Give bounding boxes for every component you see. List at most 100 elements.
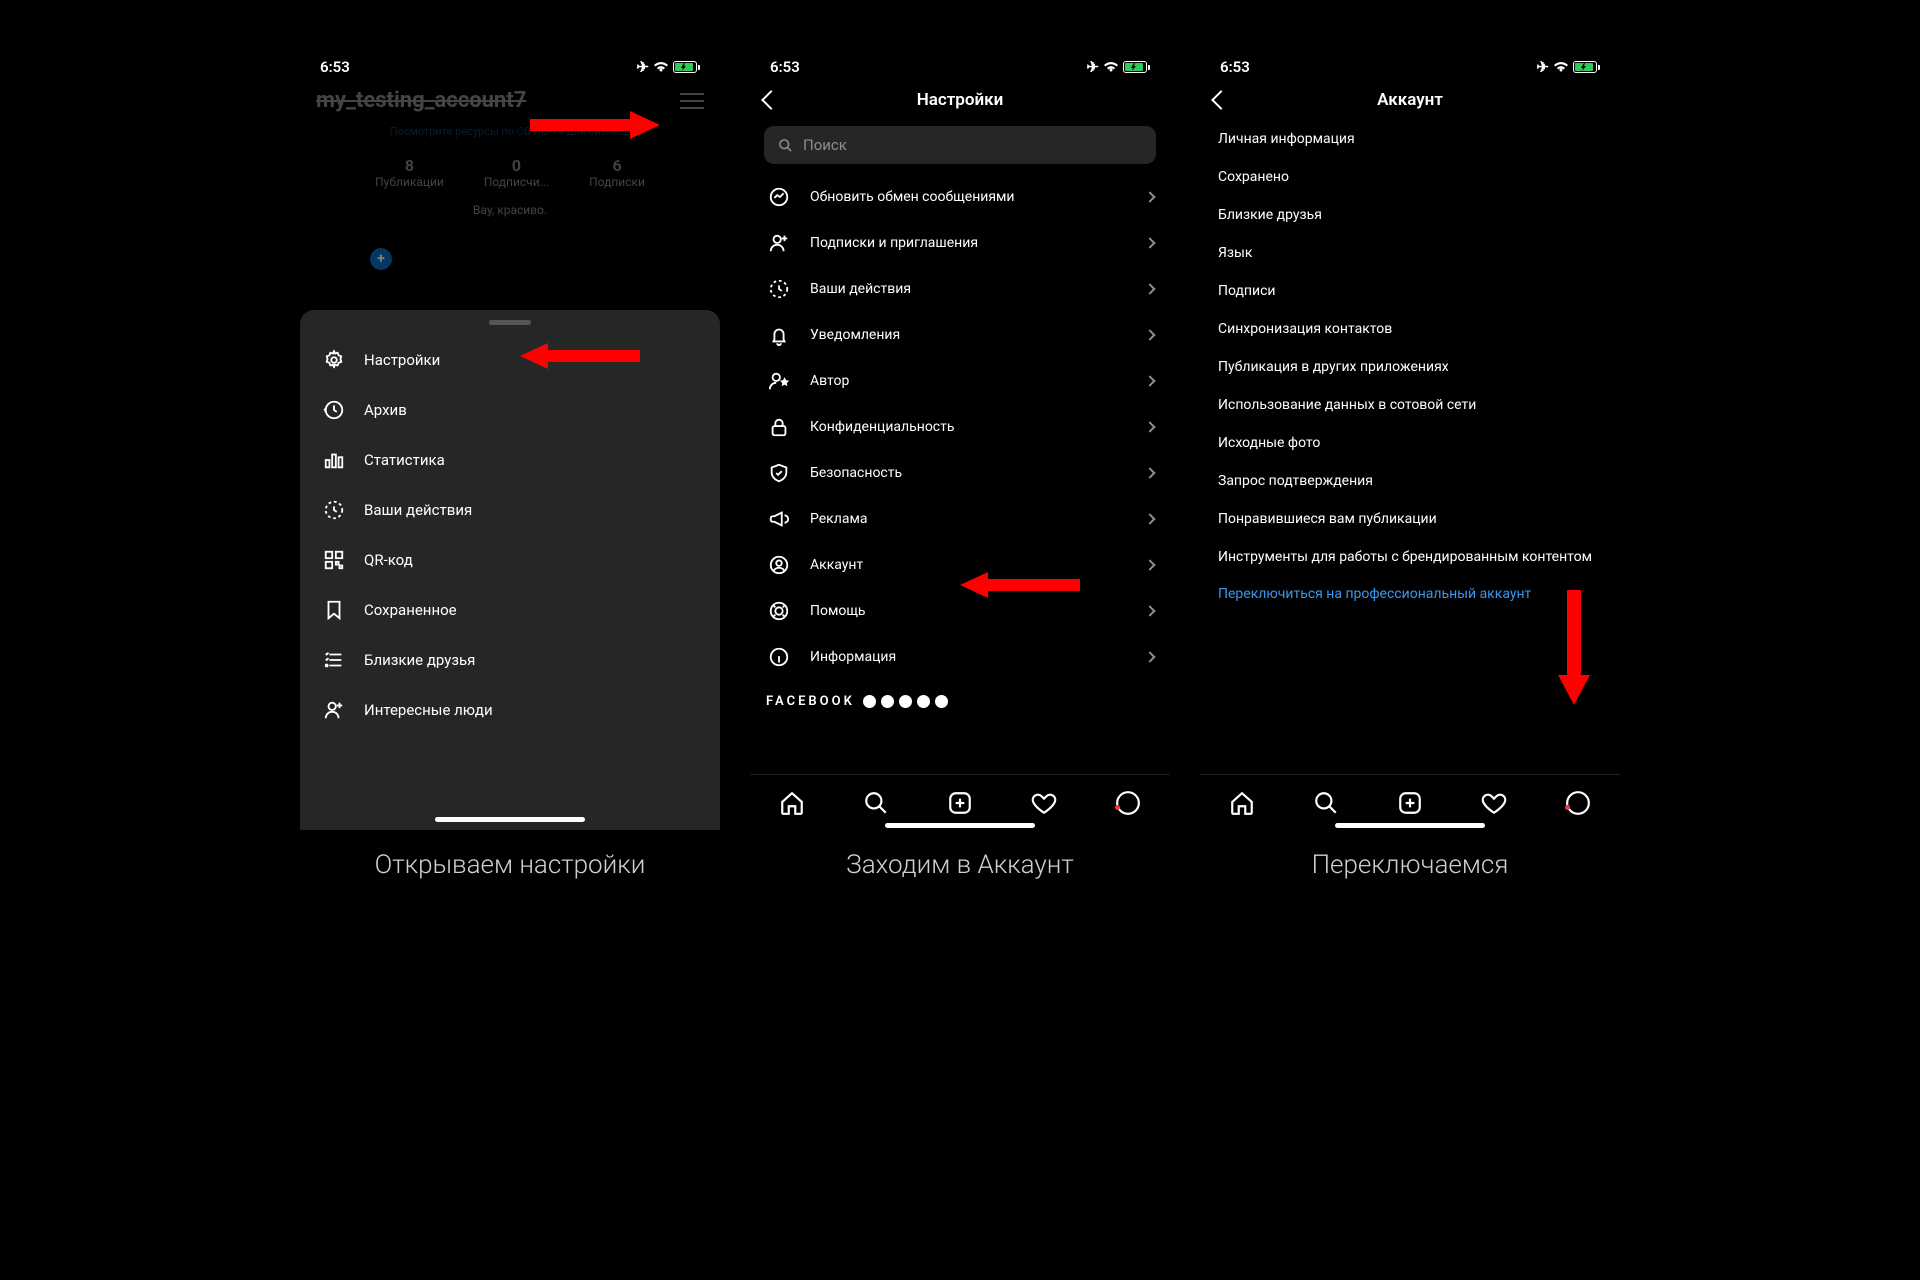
row-label: Автор <box>810 373 1128 389</box>
tutorial-arrow-icon <box>530 105 680 145</box>
row-messaging[interactable]: Обновить обмен сообщениями <box>750 174 1170 220</box>
menu-label: Статистика <box>364 451 445 469</box>
screen-caption: Открываем настройки <box>375 850 646 880</box>
row-contacts[interactable]: Синхронизация контактов <box>1200 310 1620 348</box>
tab-activity[interactable] <box>1481 790 1507 816</box>
row-captions[interactable]: Подписи <box>1200 272 1620 310</box>
stat-followers[interactable]: 0Подписчи... <box>484 156 549 189</box>
wifi-icon <box>1103 61 1119 73</box>
tab-search[interactable] <box>1313 790 1339 816</box>
row-label: Безопасность <box>810 465 1128 481</box>
stat-posts[interactable]: 8Публикации <box>375 156 444 189</box>
menu-saved[interactable]: Сохраненное <box>300 585 720 635</box>
menu-activity[interactable]: Ваши действия <box>300 485 720 535</box>
row-privacy[interactable]: Конфиденциальность <box>750 404 1170 450</box>
row-label: Использование данных в сотовой сети <box>1218 397 1602 413</box>
back-button[interactable] <box>764 93 778 107</box>
stats-icon <box>322 449 346 471</box>
row-creator[interactable]: Автор <box>750 358 1170 404</box>
screen-caption: Заходим в Аккаунт <box>846 850 1074 880</box>
menu-close-friends[interactable]: Близкие друзья <box>300 635 720 685</box>
tab-create[interactable] <box>1397 790 1423 816</box>
facebook-text: FACEBOOK <box>766 694 855 709</box>
chevron-right-icon <box>1144 513 1155 524</box>
tab-home[interactable] <box>1229 790 1255 816</box>
row-close-friends[interactable]: Близкие друзья <box>1200 196 1620 234</box>
row-label: Конфиденциальность <box>810 419 1128 435</box>
wifi-icon <box>653 61 669 73</box>
chevron-right-icon <box>1144 467 1155 478</box>
chevron-right-icon <box>1144 375 1155 386</box>
tab-activity[interactable] <box>1031 790 1057 816</box>
tab-bar <box>1200 774 1620 830</box>
row-label: Уведомления <box>810 327 1128 343</box>
tab-profile[interactable] <box>1565 790 1591 816</box>
tab-create[interactable] <box>947 790 973 816</box>
battery-icon <box>1123 61 1150 73</box>
row-security[interactable]: Безопасность <box>750 450 1170 496</box>
menu-qr[interactable]: QR-код <box>300 535 720 585</box>
hamburger-icon[interactable] <box>680 93 704 109</box>
row-original-photos[interactable]: Исходные фото <box>1200 424 1620 462</box>
row-notifications[interactable]: Уведомления <box>750 312 1170 358</box>
airplane-icon: ✈︎ <box>1086 58 1099 76</box>
meta-apps-icons <box>863 695 948 708</box>
info-icon <box>766 646 792 668</box>
menu-label: Близкие друзья <box>364 651 475 669</box>
menu-label: QR-код <box>364 551 413 569</box>
row-verification[interactable]: Запрос подтверждения <box>1200 462 1620 500</box>
tab-profile[interactable] <box>1115 790 1141 816</box>
stat-following[interactable]: 6Подписки <box>589 156 645 189</box>
gear-icon <box>322 349 346 371</box>
add-story-icon[interactable]: + <box>370 248 392 270</box>
row-label: Инструменты для работы с брендированным … <box>1218 549 1602 565</box>
row-label: Подписки и приглашения <box>810 235 1128 251</box>
tab-search[interactable] <box>863 790 889 816</box>
tab-home[interactable] <box>779 790 805 816</box>
activity-icon <box>766 278 792 300</box>
back-button[interactable] <box>1214 93 1228 107</box>
tutorial-arrow-icon <box>940 568 1080 602</box>
row-label: Запрос подтверждения <box>1218 473 1602 489</box>
nav-title: Аккаунт <box>1228 90 1592 110</box>
row-label: Понравившиеся вам публикации <box>1218 511 1602 527</box>
tutorial-arrow-icon <box>1550 590 1598 715</box>
lock-icon <box>766 416 792 438</box>
menu-archive[interactable]: Архив <box>300 385 720 435</box>
nav-header: Настройки <box>750 80 1170 120</box>
settings-list: Обновить обмен сообщениями Подписки и пр… <box>750 174 1170 713</box>
megaphone-icon <box>766 508 792 530</box>
status-right: ✈︎ <box>1086 58 1150 76</box>
row-follows[interactable]: Подписки и приглашения <box>750 220 1170 266</box>
menu-label: Настройки <box>364 351 440 369</box>
row-label: Информация <box>810 649 1128 665</box>
screen-caption: Переключаемся <box>1312 850 1509 880</box>
menu-label: Сохраненное <box>364 601 457 619</box>
row-liked-posts[interactable]: Понравившиеся вам публикации <box>1200 500 1620 538</box>
row-data-usage[interactable]: Использование данных в сотовой сети <box>1200 386 1620 424</box>
search-icon <box>778 138 793 153</box>
row-language[interactable]: Язык <box>1200 234 1620 272</box>
row-activity[interactable]: Ваши действия <box>750 266 1170 312</box>
row-label: Помощь <box>810 603 1128 619</box>
account-icon <box>766 554 792 576</box>
menu-stats[interactable]: Статистика <box>300 435 720 485</box>
notification-dot-icon <box>1115 805 1120 810</box>
home-indicator <box>1335 823 1485 828</box>
chevron-right-icon <box>1144 283 1155 294</box>
search-input[interactable]: Поиск <box>764 126 1156 164</box>
row-label: Публикация в других приложениях <box>1218 359 1602 375</box>
messenger-icon <box>766 186 792 208</box>
status-right: ✈︎ <box>1536 58 1600 76</box>
row-about[interactable]: Информация <box>750 634 1170 680</box>
sheet-grabber[interactable] <box>489 320 531 325</box>
row-branded-content[interactable]: Инструменты для работы с брендированным … <box>1200 538 1620 576</box>
row-crosspost[interactable]: Публикация в других приложениях <box>1200 348 1620 386</box>
row-ads[interactable]: Реклама <box>750 496 1170 542</box>
row-saved[interactable]: Сохранено <box>1200 158 1620 196</box>
row-personal[interactable]: Личная информация <box>1200 120 1620 158</box>
qr-icon <box>322 549 346 571</box>
row-label: Подписи <box>1218 283 1602 299</box>
menu-discover[interactable]: Интересные люди <box>300 685 720 735</box>
wifi-icon <box>1553 61 1569 73</box>
